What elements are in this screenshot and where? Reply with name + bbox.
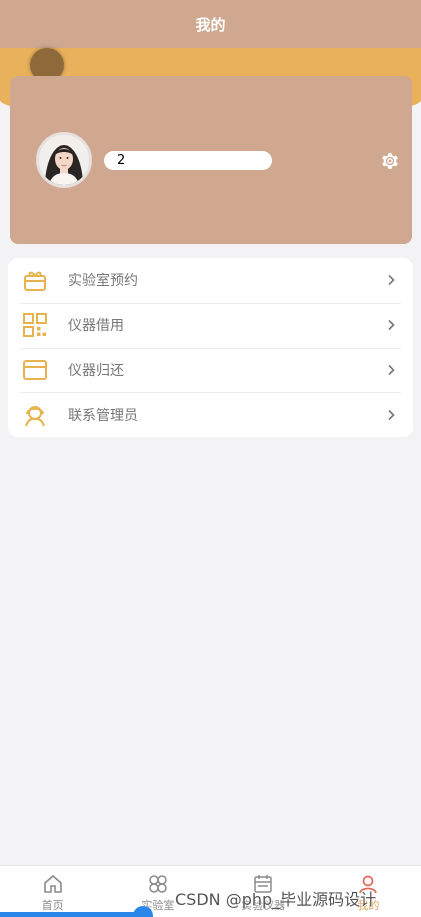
avatar[interactable] <box>36 132 92 188</box>
avatar-photo <box>39 135 89 185</box>
card-icon <box>22 357 48 383</box>
page-title: 我的 <box>195 15 226 34</box>
grid-icon <box>22 312 48 338</box>
menu-item-lab-reservation[interactable]: 实验室预约 <box>8 258 413 303</box>
clover-icon <box>149 875 167 893</box>
chevron-right-icon <box>388 409 395 420</box>
chevron-right-icon <box>388 364 395 375</box>
support-agent-icon <box>22 402 48 428</box>
nav-item-home[interactable]: 首页 <box>0 866 105 917</box>
menu-item-instrument-borrow[interactable]: 仪器借用 <box>8 302 413 348</box>
menu-list: 实验室预约 仪器借用 仪器归还 联系管理员 <box>8 258 413 437</box>
gear-icon <box>382 153 398 169</box>
username-text: 2 <box>117 153 126 168</box>
menu-item-label: 仪器借用 <box>68 318 124 335</box>
chevron-right-icon <box>388 275 395 286</box>
menu-item-label: 联系管理员 <box>68 407 138 424</box>
profile-card: 2 <box>10 76 412 244</box>
menu-item-instrument-return[interactable]: 仪器归还 <box>8 347 413 393</box>
home-icon <box>43 874 62 893</box>
nav-label: 首页 <box>41 899 64 912</box>
scroll-indicator <box>0 912 140 917</box>
settings-button[interactable] <box>380 151 400 171</box>
menu-item-label: 实验室预约 <box>68 273 138 290</box>
chevron-right-icon <box>388 320 395 331</box>
page-header: 我的 <box>0 0 421 48</box>
gift-icon <box>22 267 48 293</box>
menu-item-label: 仪器归还 <box>68 362 124 379</box>
menu-item-contact-admin[interactable]: 联系管理员 <box>8 392 413 437</box>
watermark: CSDN @php_毕业源码设计 <box>175 890 377 909</box>
username-field: 2 <box>104 151 272 170</box>
